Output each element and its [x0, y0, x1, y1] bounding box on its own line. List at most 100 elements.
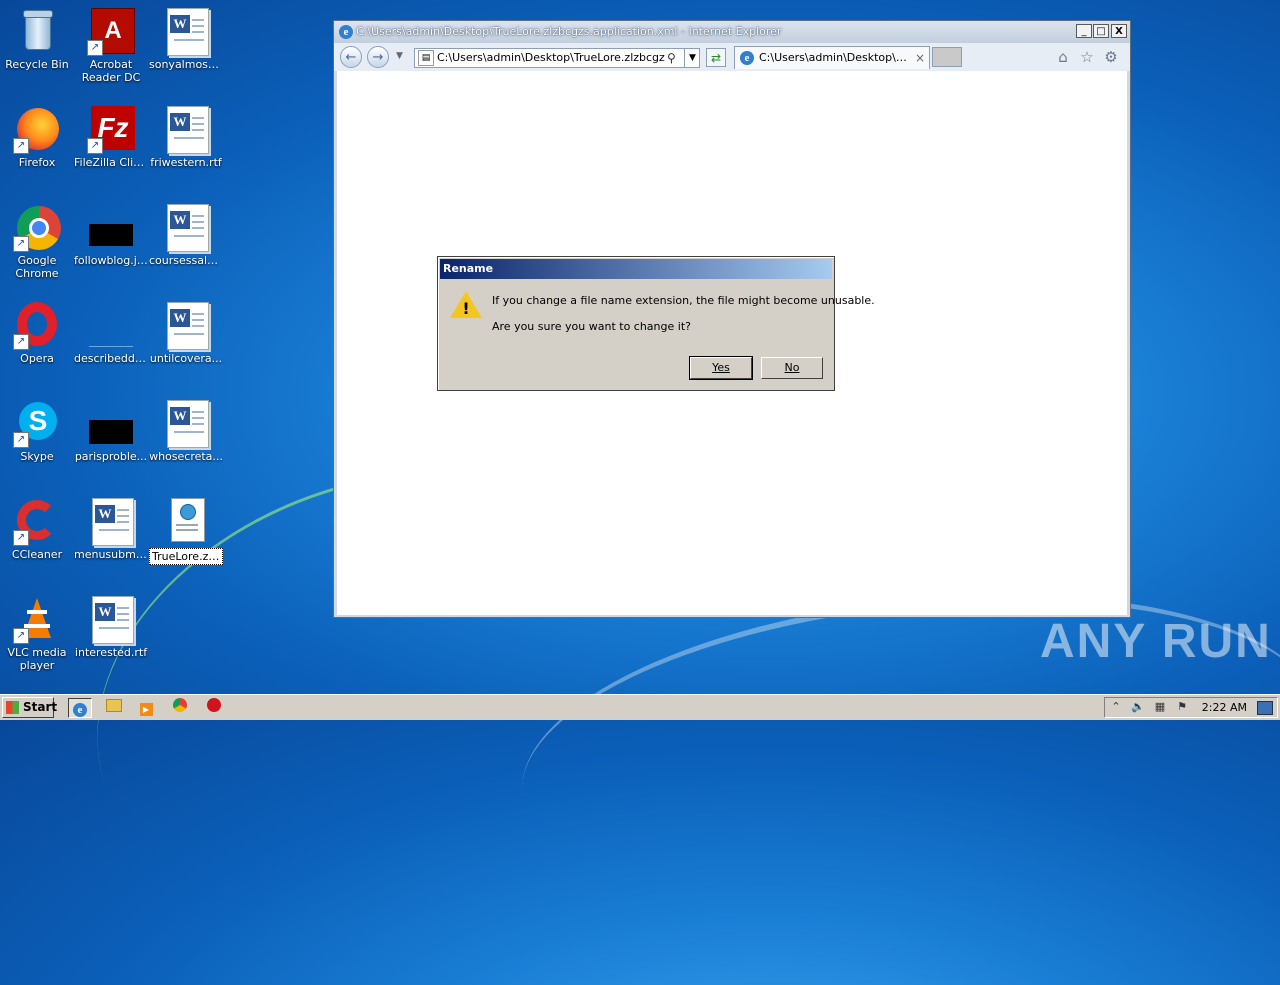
- refresh-icon[interactable]: ⇄: [706, 48, 726, 67]
- taskbar: Start e ▶ ⌃ 🔈 ▦ ⚑ 2:22 AM: [0, 694, 1280, 720]
- tab-label: C:\Users\admin\Desktop\Tru...: [759, 51, 909, 64]
- desktop-icon-followblog[interactable]: followblog.jpg: [74, 204, 148, 267]
- internet-explorer-icon[interactable]: e: [68, 698, 92, 718]
- desktop-icon-menusubmi[interactable]: W menusubmi...: [74, 498, 148, 561]
- start-label: Start: [23, 700, 58, 714]
- yes-button[interactable]: Yes: [689, 356, 753, 380]
- shortcut-arrow-icon: ↗: [87, 138, 103, 154]
- desktop-icon-friwestern[interactable]: W friwestern.rtf: [149, 106, 223, 169]
- desktop-icon-label: menusubmi...: [74, 548, 148, 561]
- page-icon: ▤: [418, 50, 434, 66]
- desktop-icon-label: Google Chrome: [15, 254, 59, 280]
- no-button[interactable]: No: [761, 357, 823, 379]
- desktop-icon-label: Firefox: [18, 156, 56, 169]
- desktop-icon-recycle-bin[interactable]: Recycle Bin: [0, 8, 74, 71]
- action-center-flag-icon[interactable]: ⚑: [1175, 700, 1189, 714]
- firefox-icon: ↗: [13, 106, 61, 154]
- vlc-icon: ↗: [13, 596, 61, 644]
- favorites-star-icon[interactable]: ☆: [1078, 48, 1096, 66]
- media-player-icon[interactable]: ▶: [136, 698, 156, 718]
- desktop-icon-describedde[interactable]: describedde...: [74, 302, 148, 365]
- maximize-button[interactable]: □: [1093, 24, 1109, 38]
- browser-tab[interactable]: e C:\Users\admin\Desktop\Tru... ×: [734, 46, 930, 69]
- desktop-icon-label: untilcovera...: [149, 352, 223, 365]
- minimize-button[interactable]: _: [1076, 24, 1092, 38]
- desktop-icon-firefox[interactable]: ↗ Firefox: [0, 106, 74, 169]
- address-bar[interactable]: ▤ C:\Users\admin\Desktop\TrueLore.zlzbcg…: [414, 48, 700, 68]
- warning-exclamation: !: [462, 299, 470, 318]
- desktop-icon-chrome[interactable]: ↗ Google Chrome: [0, 204, 74, 280]
- explorer-folder-icon[interactable]: [104, 698, 124, 718]
- desktop-icon-label: Acrobat Reader DC: [81, 58, 141, 84]
- desktop-icon-label: whosecreta...: [149, 450, 223, 463]
- windows-logo-icon: [6, 701, 19, 714]
- address-text[interactable]: C:\Users\admin\Desktop\TrueLore.zlzbcgzs…: [437, 49, 665, 67]
- desktop-icon-label: followblog.jpg: [74, 254, 148, 267]
- desktop-icon-label: FileZilla Client: [74, 156, 148, 169]
- file-icon: [87, 302, 135, 350]
- chrome-icon: ↗: [13, 204, 61, 252]
- rename-dialog: Rename ! If you change a file name exten…: [437, 256, 875, 391]
- back-button[interactable]: ←: [340, 46, 362, 68]
- shortcut-arrow-icon: ↗: [13, 628, 29, 644]
- desktop-icon-whosecreta[interactable]: W whosecreta...: [149, 400, 223, 463]
- word-doc-icon: W: [162, 106, 210, 154]
- window-titlebar[interactable]: e C:\Users\admin\Desktop\TrueLore.zlzbcg…: [334, 21, 1130, 43]
- forward-button[interactable]: →: [367, 46, 389, 68]
- dialog-question: Are you sure you want to change it?: [492, 320, 691, 333]
- application-file-icon: [162, 498, 210, 546]
- desktop-icon-sonyalmost[interactable]: W sonyalmost.rtf: [149, 8, 223, 71]
- tab-close-icon[interactable]: ×: [915, 47, 925, 69]
- chrome-icon[interactable]: [170, 698, 190, 718]
- ccleaner-icon: ↗: [13, 498, 61, 546]
- desktop-icon-opera[interactable]: ↗ Opera: [0, 302, 74, 365]
- desktop-icon-label: coursessale...: [149, 254, 223, 267]
- new-tab-button[interactable]: [932, 47, 962, 67]
- opera-icon[interactable]: [204, 698, 224, 718]
- acrobat-icon: A ↗: [87, 8, 135, 56]
- shortcut-arrow-icon: ↗: [13, 236, 29, 252]
- yes-button-label: Yes: [712, 361, 730, 374]
- show-desktop-icon[interactable]: [1257, 701, 1273, 715]
- volume-icon[interactable]: 🔈: [1131, 700, 1145, 714]
- shortcut-arrow-icon: ↗: [13, 138, 29, 154]
- desktop-icon-label: parisproble...: [74, 450, 148, 463]
- desktop-icon-parisproble[interactable]: parisproble...: [74, 400, 148, 463]
- home-icon[interactable]: ⌂: [1054, 48, 1072, 66]
- dialog-title[interactable]: Rename: [440, 259, 832, 279]
- desktop-icon-ccleaner[interactable]: ↗ CCleaner: [0, 498, 74, 561]
- desktop-icon-label: Opera: [20, 352, 54, 365]
- desktop-icon-coursessale[interactable]: W coursessale...: [149, 204, 223, 267]
- desktop-icon-untilcovera[interactable]: W untilcovera...: [149, 302, 223, 365]
- navigation-bar: ← → ▼ ▤ C:\Users\admin\Desktop\TrueLore.…: [334, 43, 1130, 71]
- filezilla-icon: Fz ↗: [87, 106, 135, 154]
- desktop-icon-acrobat[interactable]: A ↗ Acrobat Reader DC: [74, 8, 148, 84]
- desktop-icon-label: describedde...: [74, 352, 148, 365]
- image-file-icon: [87, 400, 135, 448]
- network-icon[interactable]: ▦: [1153, 700, 1167, 714]
- system-tray: ⌃ 🔈 ▦ ⚑ 2:22 AM: [1104, 697, 1278, 718]
- recycle-bin-icon: [13, 8, 61, 56]
- word-doc-icon: W: [162, 8, 210, 56]
- desktop-icon-label: sonyalmost.rtf: [149, 58, 223, 71]
- window-title: C:\Users\admin\Desktop\TrueLore.zlzbcgzs…: [356, 25, 782, 38]
- address-dropdown-icon[interactable]: ▼: [684, 49, 700, 67]
- gear-icon[interactable]: ⚙: [1102, 48, 1120, 66]
- desktop-icon-filezilla[interactable]: Fz ↗ FileZilla Client: [74, 106, 148, 169]
- clock[interactable]: 2:22 AM: [1202, 701, 1247, 714]
- show-hidden-icons-icon[interactable]: ⌃: [1109, 700, 1123, 714]
- desktop-icon-label: Skype: [20, 450, 54, 463]
- desktop-icon-vlc[interactable]: ↗ VLC media player: [0, 596, 74, 672]
- search-icon[interactable]: ⚲: [667, 49, 676, 67]
- close-button[interactable]: X: [1111, 24, 1127, 38]
- desktop-icon-label: CCleaner: [11, 548, 63, 561]
- desktop-icon-interested[interactable]: W interested.rtf: [74, 596, 148, 659]
- start-button[interactable]: Start: [2, 697, 58, 718]
- watermark: ANY RUN: [1040, 615, 1272, 668]
- word-doc-icon: W: [87, 596, 135, 644]
- word-doc-icon: W: [87, 498, 135, 546]
- history-dropdown-icon[interactable]: ▼: [396, 51, 403, 61]
- desktop-icon-skype[interactable]: S ↗ Skype: [0, 400, 74, 463]
- desktop-icon-truelore[interactable]: TrueLore.zlzbcgzs.application: [149, 498, 223, 565]
- word-doc-icon: W: [162, 204, 210, 252]
